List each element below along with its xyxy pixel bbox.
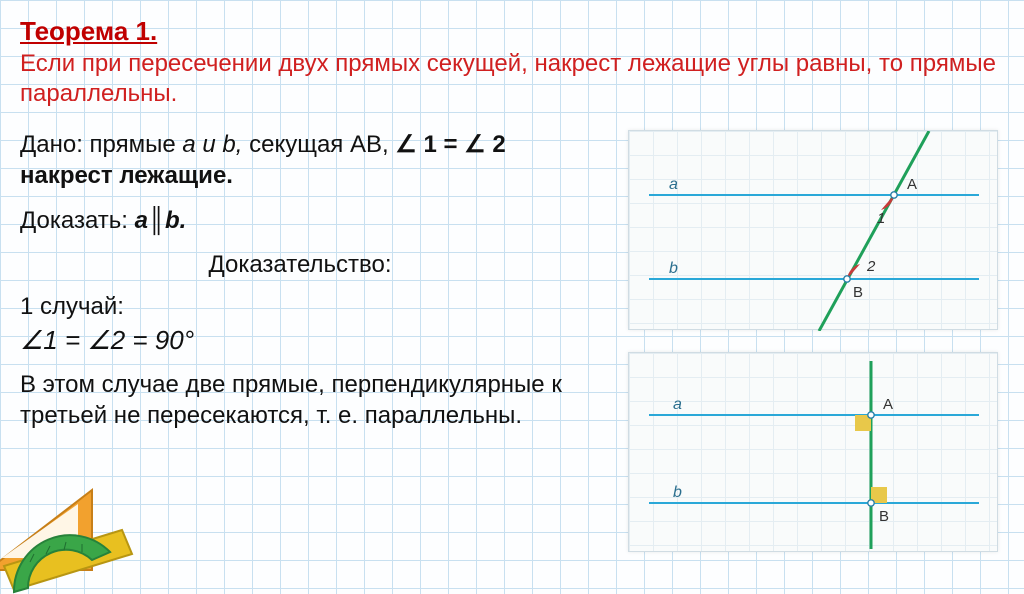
fig2-label-b: b	[673, 484, 682, 501]
geometry-tools-icon	[0, 454, 154, 594]
fig1-angle-2: 2	[866, 258, 876, 275]
fig1-label-a: a	[669, 176, 678, 193]
fig1-label-b: b	[669, 260, 678, 277]
fig2-label-a: a	[673, 396, 682, 413]
case1-equation: ∠1 = ∠2 = 90°	[20, 325, 580, 356]
case1-label: 1 случай:	[20, 293, 580, 321]
fig1-point-A: A	[907, 176, 917, 193]
figure-2-svg: a b A B	[629, 353, 999, 553]
fig1-point-B: B	[853, 284, 863, 301]
given-secant: секущая AB,	[242, 131, 388, 158]
fig2-point-A: A	[883, 396, 893, 413]
theorem-title: Теорема 1.	[20, 16, 1004, 47]
proof-body: Дано: прямые a и b, секущая AB, ∠ 1 = ∠ …	[20, 129, 580, 432]
given-prefix: Дано: прямые	[20, 131, 182, 158]
prove-block: Доказать: a║b.	[20, 207, 580, 235]
case1-text: В этом случае две прямые, перпендикулярн…	[20, 370, 580, 431]
fig2-point-B: B	[879, 508, 889, 525]
figure-1: a b A B 1 2	[628, 130, 998, 330]
given-block: Дано: прямые a и b, секущая AB, ∠ 1 = ∠ …	[20, 129, 580, 191]
theorem-statement: Если при пересечении двух прямых секущей…	[20, 49, 1000, 109]
prove-label: Доказать:	[20, 207, 135, 234]
figure-1-svg: a b A B 1 2	[629, 131, 999, 331]
given-lines-ab: a и b,	[182, 131, 242, 158]
prove-statement: a║b.	[135, 207, 187, 234]
figure-2: a b A B	[628, 352, 998, 552]
proof-heading: Доказательство:	[20, 251, 580, 279]
fig1-angle-1: 1	[877, 210, 885, 227]
